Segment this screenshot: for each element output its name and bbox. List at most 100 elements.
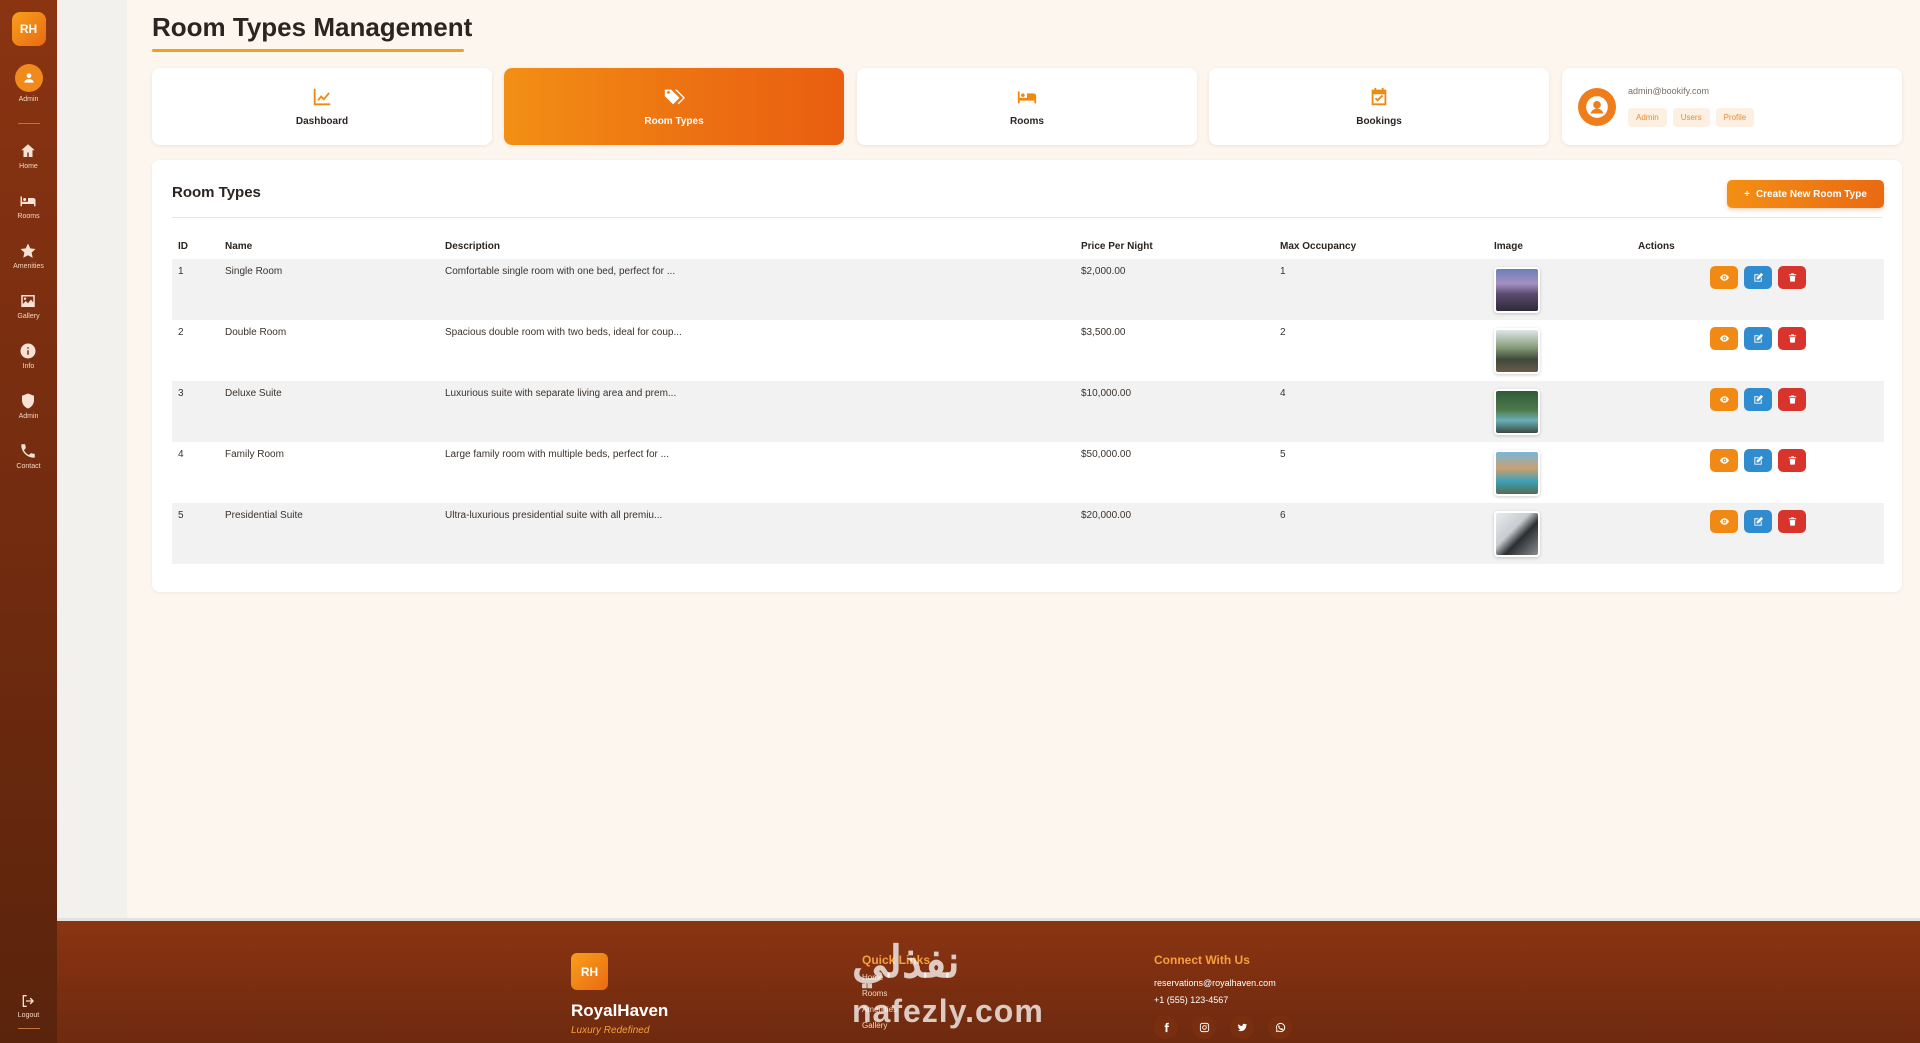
- cell-occupancy: 2: [1274, 320, 1488, 381]
- sidebar-item-label: Amenities: [13, 263, 44, 270]
- col-header-id: ID: [178, 241, 188, 252]
- cell-price: $20,000.00: [1075, 503, 1274, 564]
- cell-image: [1488, 442, 1632, 503]
- edit-icon: [1753, 333, 1763, 343]
- cell-actions: [1632, 381, 1884, 442]
- nav-card-dashboard[interactable]: Dashboard: [152, 68, 492, 145]
- cell-actions: [1632, 320, 1884, 381]
- cell-description: Comfortable single room with one bed, pe…: [439, 259, 1075, 320]
- room-types-table: ID Name Description Price Per Night Max …: [172, 237, 1884, 564]
- sidebar-item-label: Contact: [16, 463, 41, 470]
- eye-icon: [1719, 335, 1729, 342]
- nav-card-label: Rooms: [1010, 116, 1044, 127]
- delete-button[interactable]: [1778, 327, 1806, 350]
- twitter-icon[interactable]: [1230, 1015, 1254, 1039]
- delete-button[interactable]: [1778, 266, 1806, 289]
- footer-phone[interactable]: +1 (555) 123-4567: [1154, 995, 1228, 1005]
- sidebar-item-label: Gallery: [17, 313, 40, 320]
- tag-users[interactable]: Users: [1672, 108, 1710, 127]
- sidebar-item-admin[interactable]: Admin: [19, 392, 38, 420]
- cell-name: Presidential Suite: [219, 503, 439, 564]
- sidebar-nav: Home Rooms Amenities Gallery Info Admin …: [13, 142, 44, 470]
- facebook-icon[interactable]: [1154, 1015, 1178, 1039]
- edit-button[interactable]: [1744, 327, 1772, 350]
- room-types-panel: Room Types + Create New Room Type ID Nam…: [152, 160, 1902, 592]
- social-links: [1154, 1015, 1292, 1039]
- eye-icon: [1719, 274, 1729, 281]
- edit-icon: [1753, 455, 1763, 465]
- cell-name: Double Room: [219, 320, 439, 381]
- sidebar-item-home[interactable]: Home: [19, 142, 38, 170]
- nav-card-room-types[interactable]: Room Types: [504, 68, 844, 145]
- cell-price: $10,000.00: [1075, 381, 1274, 442]
- room-thumbnail[interactable]: [1494, 267, 1540, 313]
- bed-icon: [1017, 91, 1037, 104]
- room-thumbnail[interactable]: [1494, 389, 1540, 435]
- edit-icon: [1753, 394, 1763, 404]
- user-avatar-icon[interactable]: [1578, 88, 1616, 126]
- tag-profile[interactable]: Profile: [1715, 108, 1755, 127]
- nav-card-rooms[interactable]: Rooms: [857, 68, 1197, 145]
- cell-price: $3,500.00: [1075, 320, 1274, 381]
- view-button[interactable]: [1710, 449, 1738, 472]
- cell-image: [1488, 320, 1632, 381]
- watermark: نفذلي nafezly.com: [852, 941, 1044, 1029]
- room-thumbnail[interactable]: [1494, 511, 1540, 557]
- cell-image: [1488, 259, 1632, 320]
- nav-card-label: Dashboard: [295, 116, 349, 127]
- edit-button[interactable]: [1744, 388, 1772, 411]
- edit-button[interactable]: [1744, 266, 1772, 289]
- trash-icon: [1788, 456, 1796, 465]
- table-row: 3 Deluxe Suite Luxurious suite with sepa…: [172, 381, 1884, 442]
- sidebar-user[interactable]: Admin: [14, 64, 43, 103]
- sidebar-item-amenities[interactable]: Amenities: [13, 242, 44, 270]
- view-button[interactable]: [1710, 510, 1738, 533]
- edit-button[interactable]: [1744, 510, 1772, 533]
- footer-email[interactable]: reservations@royalhaven.com: [1154, 978, 1276, 988]
- panel-title: Room Types: [172, 184, 261, 201]
- sidebar-item-gallery[interactable]: Gallery: [17, 292, 40, 320]
- page-title: Room Types Management: [152, 12, 473, 42]
- sidebar-item-contact[interactable]: Contact: [16, 442, 41, 470]
- cell-occupancy: 4: [1274, 381, 1488, 442]
- sidebar-item-rooms[interactable]: Rooms: [17, 192, 40, 220]
- shield-icon: [22, 393, 35, 409]
- table-row: 2 Double Room Spacious double room with …: [172, 320, 1884, 381]
- footer-logo[interactable]: RH: [571, 953, 608, 990]
- cell-image: [1488, 503, 1632, 564]
- instagram-icon[interactable]: [1192, 1015, 1216, 1039]
- view-button[interactable]: [1710, 327, 1738, 350]
- sidebar-logo[interactable]: RH: [11, 12, 46, 46]
- delete-button[interactable]: [1778, 388, 1806, 411]
- delete-button[interactable]: [1778, 510, 1806, 533]
- home-icon: [21, 144, 36, 157]
- watermark-domain: nafezly.com: [852, 993, 1044, 1029]
- tag-admin[interactable]: Admin: [1628, 108, 1667, 127]
- whatsapp-icon[interactable]: [1268, 1015, 1292, 1039]
- profile-card: admin@bookify.com Admin Users Profile: [1562, 68, 1902, 145]
- col-header-actions: Actions: [1638, 241, 1675, 252]
- cell-name: Family Room: [219, 442, 439, 503]
- edit-icon: [1753, 516, 1763, 526]
- cell-description: Spacious double room with two beds, idea…: [439, 320, 1075, 381]
- room-thumbnail[interactable]: [1494, 328, 1540, 374]
- bed-icon: [20, 196, 36, 207]
- view-button[interactable]: [1710, 388, 1738, 411]
- cell-id: 2: [172, 320, 219, 381]
- chart-line-icon: [313, 88, 331, 106]
- create-room-type-button[interactable]: + Create New Room Type: [1727, 180, 1884, 208]
- room-thumbnail[interactable]: [1494, 450, 1540, 496]
- phone-icon: [21, 444, 36, 458]
- sidebar: RH Admin Home Rooms Amenities Gallery In…: [0, 0, 57, 1043]
- view-button[interactable]: [1710, 266, 1738, 289]
- sidebar-divider: [17, 123, 40, 124]
- sidebar-item-label: Home: [19, 163, 38, 170]
- edit-button[interactable]: [1744, 449, 1772, 472]
- logout-button[interactable]: Logout: [18, 993, 39, 1019]
- nav-card-bookings[interactable]: Bookings: [1209, 68, 1549, 145]
- delete-button[interactable]: [1778, 449, 1806, 472]
- sidebar-user-label: Admin: [18, 96, 39, 103]
- sidebar-item-info[interactable]: Info: [19, 342, 37, 370]
- cell-actions: [1632, 442, 1884, 503]
- eye-icon: [1719, 457, 1729, 464]
